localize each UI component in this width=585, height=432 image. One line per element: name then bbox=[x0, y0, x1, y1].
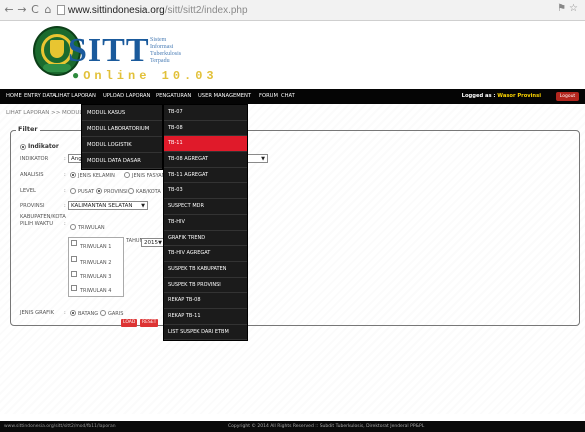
submenu-tb-item[interactable]: REKAP TB-08 bbox=[164, 293, 247, 309]
jenis-grafik-label: JENIS GRAFIK bbox=[20, 310, 55, 316]
waktu-radio-triwulan[interactable] bbox=[70, 224, 76, 230]
submenu-tb-item[interactable]: LIST SUSPEK DARI ETBM bbox=[164, 325, 247, 341]
logged-status: Logged as : Wasor Provinsi bbox=[461, 93, 541, 99]
triwulan-2-checkbox[interactable] bbox=[71, 256, 77, 262]
level-option-kabkota: KAB/KOTA bbox=[136, 189, 161, 195]
copyright-text: Copyright © 2014 All Rights Reserved :: … bbox=[228, 424, 425, 429]
triwulan-4-label: TRIWULAN 4 bbox=[80, 288, 112, 294]
submenu-tb-item-active[interactable]: TB-11 bbox=[164, 136, 247, 153]
address-bar[interactable]: www.sittindonesia.org/sitt/sitt2/index.p… bbox=[68, 3, 488, 18]
submenu-tb: TB-07 TB-08 TB-11 TB-08 AGREGAT TB-11 AG… bbox=[163, 104, 248, 342]
browser-toolbar: ← → C ⌂ www.sittindonesia.org/sitt/sitt2… bbox=[0, 0, 585, 21]
online-indicator: ●Online 10.03 bbox=[72, 69, 218, 83]
chevron-down-icon: ▼ bbox=[158, 240, 162, 246]
submenu-tb-item[interactable]: TB-03 bbox=[164, 183, 247, 200]
submenu-modul-laboratorium[interactable]: MODUL LABORATORIUM bbox=[82, 121, 162, 137]
level-option-provinsi: PROVINSI bbox=[104, 189, 128, 195]
back-icon[interactable]: ← bbox=[3, 3, 15, 17]
translate-icon[interactable]: ⚑☆ bbox=[557, 3, 581, 14]
site-brand: SITT bbox=[68, 32, 150, 69]
submenu-modul-logistik[interactable]: MODUL LOGISTIK bbox=[82, 137, 162, 153]
triwulan-1-checkbox[interactable] bbox=[71, 240, 77, 246]
reload-icon[interactable]: C bbox=[29, 3, 41, 17]
colon: : bbox=[64, 156, 66, 162]
grafik-option-garis: GARIS bbox=[108, 311, 124, 317]
menu-entry-data[interactable]: ENTRY DATA bbox=[24, 89, 56, 104]
indikator-label: INDIKATOR bbox=[20, 156, 49, 162]
submenu-tb-item[interactable]: TB-07 bbox=[164, 105, 247, 121]
load-button[interactable]: LOAD bbox=[121, 319, 138, 327]
submenu-modul-data-dasar[interactable]: MODUL DATA DASAR bbox=[82, 153, 162, 169]
submenu-tb-item[interactable]: TB-08 bbox=[164, 121, 247, 137]
waktu-option-triwulan: TRIWULAN bbox=[78, 225, 105, 231]
submenu-modul-kasus[interactable]: MODUL KASUS bbox=[82, 105, 162, 121]
indikator-radio-label: Indikator bbox=[28, 143, 59, 150]
submenu-tb-item[interactable]: SUSPECT MDR bbox=[164, 199, 247, 215]
brand-subtitle: Sistem Informasi Tuberkulosis Terpadu bbox=[150, 37, 182, 64]
submenu-tb-item[interactable]: TB-11 AGREGAT bbox=[164, 168, 247, 184]
menu-pengaturan[interactable]: PENGATURAN bbox=[156, 89, 191, 104]
provinsi-label: PROVINSI bbox=[20, 203, 45, 209]
menu-chat[interactable]: CHAT bbox=[281, 89, 295, 104]
main-menu: HOME ENTRY DATA LIHAT LAPORAN UPLOAD LAP… bbox=[0, 89, 585, 104]
submenu-modul: MODUL KASUS MODUL LABORATORIUM MODUL LOG… bbox=[81, 104, 163, 170]
submenu-tb-item[interactable]: TB-08 AGREGAT bbox=[164, 152, 247, 168]
level-radio-kabkota[interactable] bbox=[128, 188, 134, 194]
breadcrumb: LIHAT LAPORAN >> MODUL bbox=[6, 110, 83, 116]
grafik-radio-garis[interactable] bbox=[100, 310, 106, 316]
chevron-down-icon: ▼ bbox=[141, 203, 145, 209]
triwulan-1-label: TRIWULAN 1 bbox=[80, 244, 112, 250]
logout-button[interactable]: Logout bbox=[556, 92, 579, 101]
menu-lihat-laporan[interactable]: LIHAT LAPORAN bbox=[55, 89, 96, 104]
chevron-down-icon: ▼ bbox=[261, 156, 265, 162]
analisis-label: ANALISIS bbox=[20, 172, 44, 178]
submenu-tb-item[interactable]: SUSPEK TB PROVINSI bbox=[164, 278, 247, 294]
menu-forum[interactable]: FORUM bbox=[259, 89, 278, 104]
analisis-radio-fasyankes[interactable] bbox=[124, 172, 130, 178]
submenu-tb-item[interactable]: REKAP TB-11 bbox=[164, 309, 247, 325]
level-radio-provinsi[interactable] bbox=[96, 188, 102, 194]
triwulan-2-label: TRIWULAN 2 bbox=[80, 260, 112, 266]
filter-legend: Filter bbox=[16, 125, 40, 133]
status-bar: www.sittindonesia.org/sitt/sitt2/mod/fb1… bbox=[0, 421, 585, 432]
submenu-tb-item[interactable]: TB-HIV bbox=[164, 215, 247, 231]
triwulan-3-checkbox[interactable] bbox=[71, 271, 77, 277]
submenu-tb-item[interactable]: GRAFIK TREND bbox=[164, 231, 247, 247]
level-radio-pusat[interactable] bbox=[70, 188, 76, 194]
home-icon[interactable]: ⌂ bbox=[42, 3, 54, 17]
grafik-radio-batang[interactable] bbox=[70, 310, 76, 316]
submenu-tb-item[interactable]: SUSPEK TB KABUPATEN bbox=[164, 262, 247, 278]
analisis-option-jk: JENIS KELAMIN bbox=[78, 173, 115, 179]
url-path: /sitt/sitt2/index.php bbox=[164, 5, 248, 16]
submenu-tb-item[interactable]: TB-HIV AGREGAT bbox=[164, 246, 247, 262]
tahun-select[interactable]: 2015 ▼ bbox=[141, 238, 165, 247]
triwulan-3-label: TRIWULAN 3 bbox=[80, 274, 112, 280]
analisis-radio-jk[interactable] bbox=[70, 172, 76, 178]
indikator-radio[interactable] bbox=[20, 144, 26, 150]
kabupaten-label: KABUPATEN/KOTA bbox=[20, 214, 66, 220]
page-icon bbox=[57, 5, 65, 15]
triwulan-4-checkbox[interactable] bbox=[71, 285, 77, 291]
level-option-pusat: PUSAT bbox=[78, 189, 95, 195]
menu-user-management[interactable]: USER MANAGEMENT bbox=[198, 89, 251, 104]
url-host: www.sittindonesia.org bbox=[68, 5, 165, 16]
waktu-label: PILIH WAKTU bbox=[20, 221, 53, 227]
grafik-option-batang: BATANG bbox=[78, 311, 99, 317]
forward-icon[interactable]: → bbox=[16, 3, 28, 17]
menu-upload-laporan[interactable]: UPLOAD LAPORAN bbox=[103, 89, 150, 104]
menu-home[interactable]: HOME bbox=[6, 89, 22, 104]
level-label: LEVEL bbox=[20, 188, 36, 194]
provinsi-select[interactable]: KALIMANTAN SELATAN ▼ bbox=[68, 201, 148, 210]
status-url: www.sittindonesia.org/sitt/sitt2/mod/fb1… bbox=[4, 424, 116, 429]
reset-button[interactable]: RESET bbox=[140, 319, 159, 327]
